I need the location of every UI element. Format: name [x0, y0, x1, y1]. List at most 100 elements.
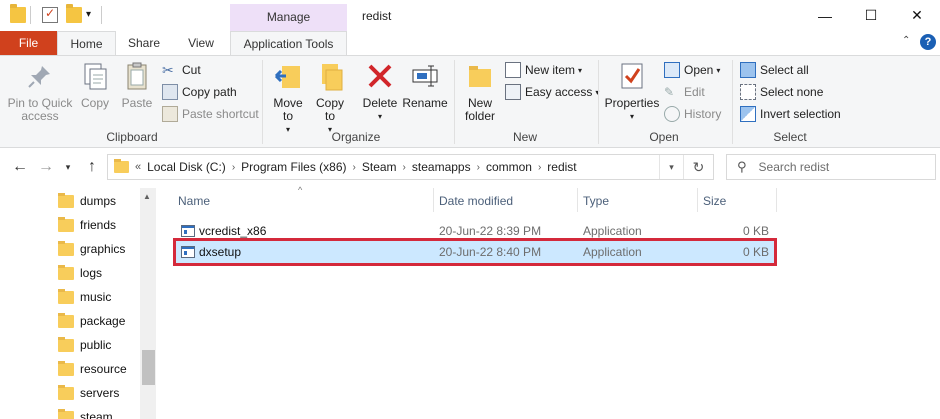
scroll-up-icon[interactable]: ▲ — [143, 192, 151, 201]
nav-folder-item[interactable]: steam — [58, 405, 113, 419]
chevron-right-icon[interactable]: › — [353, 162, 356, 173]
open-button[interactable]: Open ▾ — [664, 60, 720, 80]
nav-folder-item[interactable]: dumps — [58, 189, 116, 213]
up-arrow-icon[interactable]: ↑ — [82, 157, 102, 177]
folder-icon — [58, 336, 74, 352]
search-input[interactable]: ⚲ Search redist — [726, 154, 936, 180]
new-folder-button[interactable]: New folder — [460, 60, 500, 123]
nav-folder-item[interactable]: resource — [58, 357, 127, 381]
help-icon[interactable]: ? — [920, 34, 936, 50]
column-divider[interactable] — [776, 188, 777, 212]
properties-button[interactable]: Properties ▾ — [604, 60, 660, 123]
forward-arrow-icon[interactable]: → — [36, 157, 56, 177]
column-divider[interactable] — [433, 188, 434, 212]
new-folder-label: New folder — [464, 96, 496, 123]
folder-icon — [58, 264, 74, 280]
column-divider[interactable] — [697, 188, 698, 212]
chevron-right-icon[interactable]: › — [477, 162, 480, 173]
breadcrumb-item[interactable]: Program Files (x86) — [241, 160, 346, 174]
nav-folder-label: public — [80, 338, 112, 352]
title-bar — [0, 0, 940, 31]
nav-folder-label: logs — [80, 266, 103, 280]
tab-share[interactable]: Share — [120, 31, 168, 55]
tab-application-tools[interactable]: Application Tools — [230, 31, 347, 56]
group-divider — [732, 60, 733, 144]
rename-button[interactable]: Rename — [402, 60, 448, 110]
copy-path-button[interactable]: Copy path — [162, 82, 237, 102]
breadcrumb-item[interactable]: common — [486, 160, 532, 174]
delete-button[interactable]: Delete ▾ — [360, 60, 400, 123]
column-divider[interactable] — [577, 188, 578, 212]
breadcrumb-item[interactable]: steamapps — [412, 160, 471, 174]
collapse-ribbon-icon[interactable]: ⌃ — [902, 35, 910, 46]
tab-file[interactable]: File — [0, 31, 57, 55]
manage-context-tab: Manage — [230, 4, 347, 31]
nav-folder-label: music — [80, 290, 112, 304]
properties-check-icon — [616, 60, 648, 92]
edit-pencil-icon: ✎ — [664, 85, 675, 99]
paste-button[interactable]: Paste — [116, 60, 158, 110]
history-button[interactable]: History — [664, 104, 721, 124]
nav-folder-item[interactable]: logs — [58, 261, 102, 285]
edit-button[interactable]: ✎ Edit — [664, 82, 705, 102]
nav-folder-item[interactable]: public — [58, 333, 111, 357]
nav-folder-label: graphics — [80, 242, 126, 256]
move-to-icon — [272, 60, 304, 92]
column-date-modified[interactable]: Date modified — [439, 194, 513, 208]
new-item-label: New item — [525, 63, 576, 77]
folder-icon — [58, 288, 74, 304]
delete-dropdown-icon: ▾ — [377, 112, 382, 121]
nav-folder-item[interactable]: graphics — [58, 237, 125, 261]
maximize-button[interactable]: ☐ — [848, 0, 894, 31]
address-dropdown-icon[interactable]: ▾ — [659, 155, 683, 179]
invert-selection-button[interactable]: Invert selection — [740, 104, 841, 124]
table-row-selected[interactable]: dxsetup 20-Jun-22 8:40 PM Application 0 KB — [173, 238, 777, 266]
tab-view[interactable]: View — [178, 31, 224, 55]
column-name[interactable]: Name — [178, 194, 210, 208]
new-folder-qat-icon[interactable] — [66, 4, 82, 23]
move-to-button[interactable]: Move to ▾ — [268, 60, 308, 136]
copy-to-button[interactable]: Copy to ▾ — [310, 60, 350, 136]
chevron-right-icon[interactable]: › — [538, 162, 541, 173]
application-icon — [181, 246, 195, 258]
breadcrumb-item[interactable]: redist — [547, 160, 576, 174]
recent-locations-icon[interactable]: ▾ — [58, 157, 78, 177]
cut-button[interactable]: ✂ Cut — [162, 60, 201, 80]
easy-access-button[interactable]: Easy access ▾ — [505, 82, 599, 102]
refresh-button[interactable]: ↻ — [683, 155, 713, 179]
address-bar[interactable]: « Local Disk (C:) › Program Files (x86) › St… — [107, 154, 714, 180]
paste-shortcut-button[interactable]: Paste shortcut — [162, 104, 259, 124]
nav-folder-item[interactable]: friends — [58, 213, 116, 237]
new-item-button[interactable]: New item ▾ — [505, 60, 582, 80]
column-type[interactable]: Type — [583, 194, 609, 208]
column-size[interactable]: Size — [703, 194, 726, 208]
copy-button[interactable]: Copy — [76, 60, 114, 110]
pin-quick-access-button[interactable]: Pin to Quick access — [6, 60, 74, 123]
paste-shortcut-label: Paste shortcut — [182, 107, 259, 121]
select-all-button[interactable]: Select all — [740, 60, 809, 80]
chevron-right-icon[interactable]: › — [403, 162, 406, 173]
easy-access-icon — [505, 84, 521, 100]
select-none-icon — [740, 84, 756, 100]
close-button[interactable]: ✕ — [894, 0, 940, 31]
qat-dropdown-icon[interactable]: ▾ — [86, 9, 91, 20]
copy-to-icon — [314, 60, 346, 92]
breadcrumb-item[interactable]: Local Disk (C:) — [147, 160, 226, 174]
nav-folder-item[interactable]: package — [58, 309, 125, 333]
history-label: History — [684, 107, 722, 121]
clipboard-group-label: Clipboard — [106, 130, 158, 144]
chevron-right-icon[interactable]: › — [232, 162, 235, 173]
nav-folder-item[interactable]: servers — [58, 381, 119, 405]
history-clock-icon — [664, 106, 680, 122]
qat-divider — [30, 6, 31, 24]
properties-qat-icon[interactable]: ✓ — [42, 6, 58, 23]
nav-folder-item[interactable]: music — [58, 285, 111, 309]
tab-home[interactable]: Home — [57, 31, 116, 56]
back-arrow-icon[interactable]: ← — [10, 157, 30, 177]
rename-label: Rename — [402, 96, 448, 110]
minimize-button[interactable]: — — [802, 0, 848, 31]
scrollbar-thumb[interactable] — [142, 350, 155, 385]
select-none-button[interactable]: Select none — [740, 82, 823, 102]
breadcrumb-overflow[interactable]: « — [135, 161, 141, 173]
breadcrumb-item[interactable]: Steam — [362, 160, 397, 174]
